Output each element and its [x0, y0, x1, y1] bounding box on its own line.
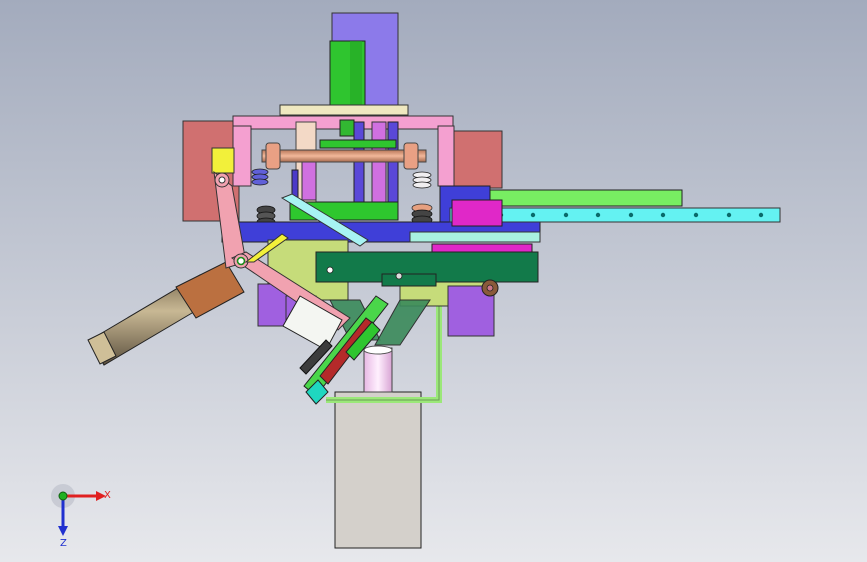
x-axis-label: X [104, 490, 111, 501]
z-axis-label: Z [60, 538, 67, 549]
yellow-block[interactable] [211, 147, 235, 174]
frame-right-block[interactable] [449, 130, 503, 189]
pink-sleeve[interactable] [363, 347, 393, 393]
cad-model-canvas[interactable]: X Z [0, 0, 867, 562]
cad-viewport[interactable]: X Z [0, 0, 867, 562]
y-axis-dot [58, 491, 68, 501]
support-pedestal[interactable] [334, 391, 422, 549]
